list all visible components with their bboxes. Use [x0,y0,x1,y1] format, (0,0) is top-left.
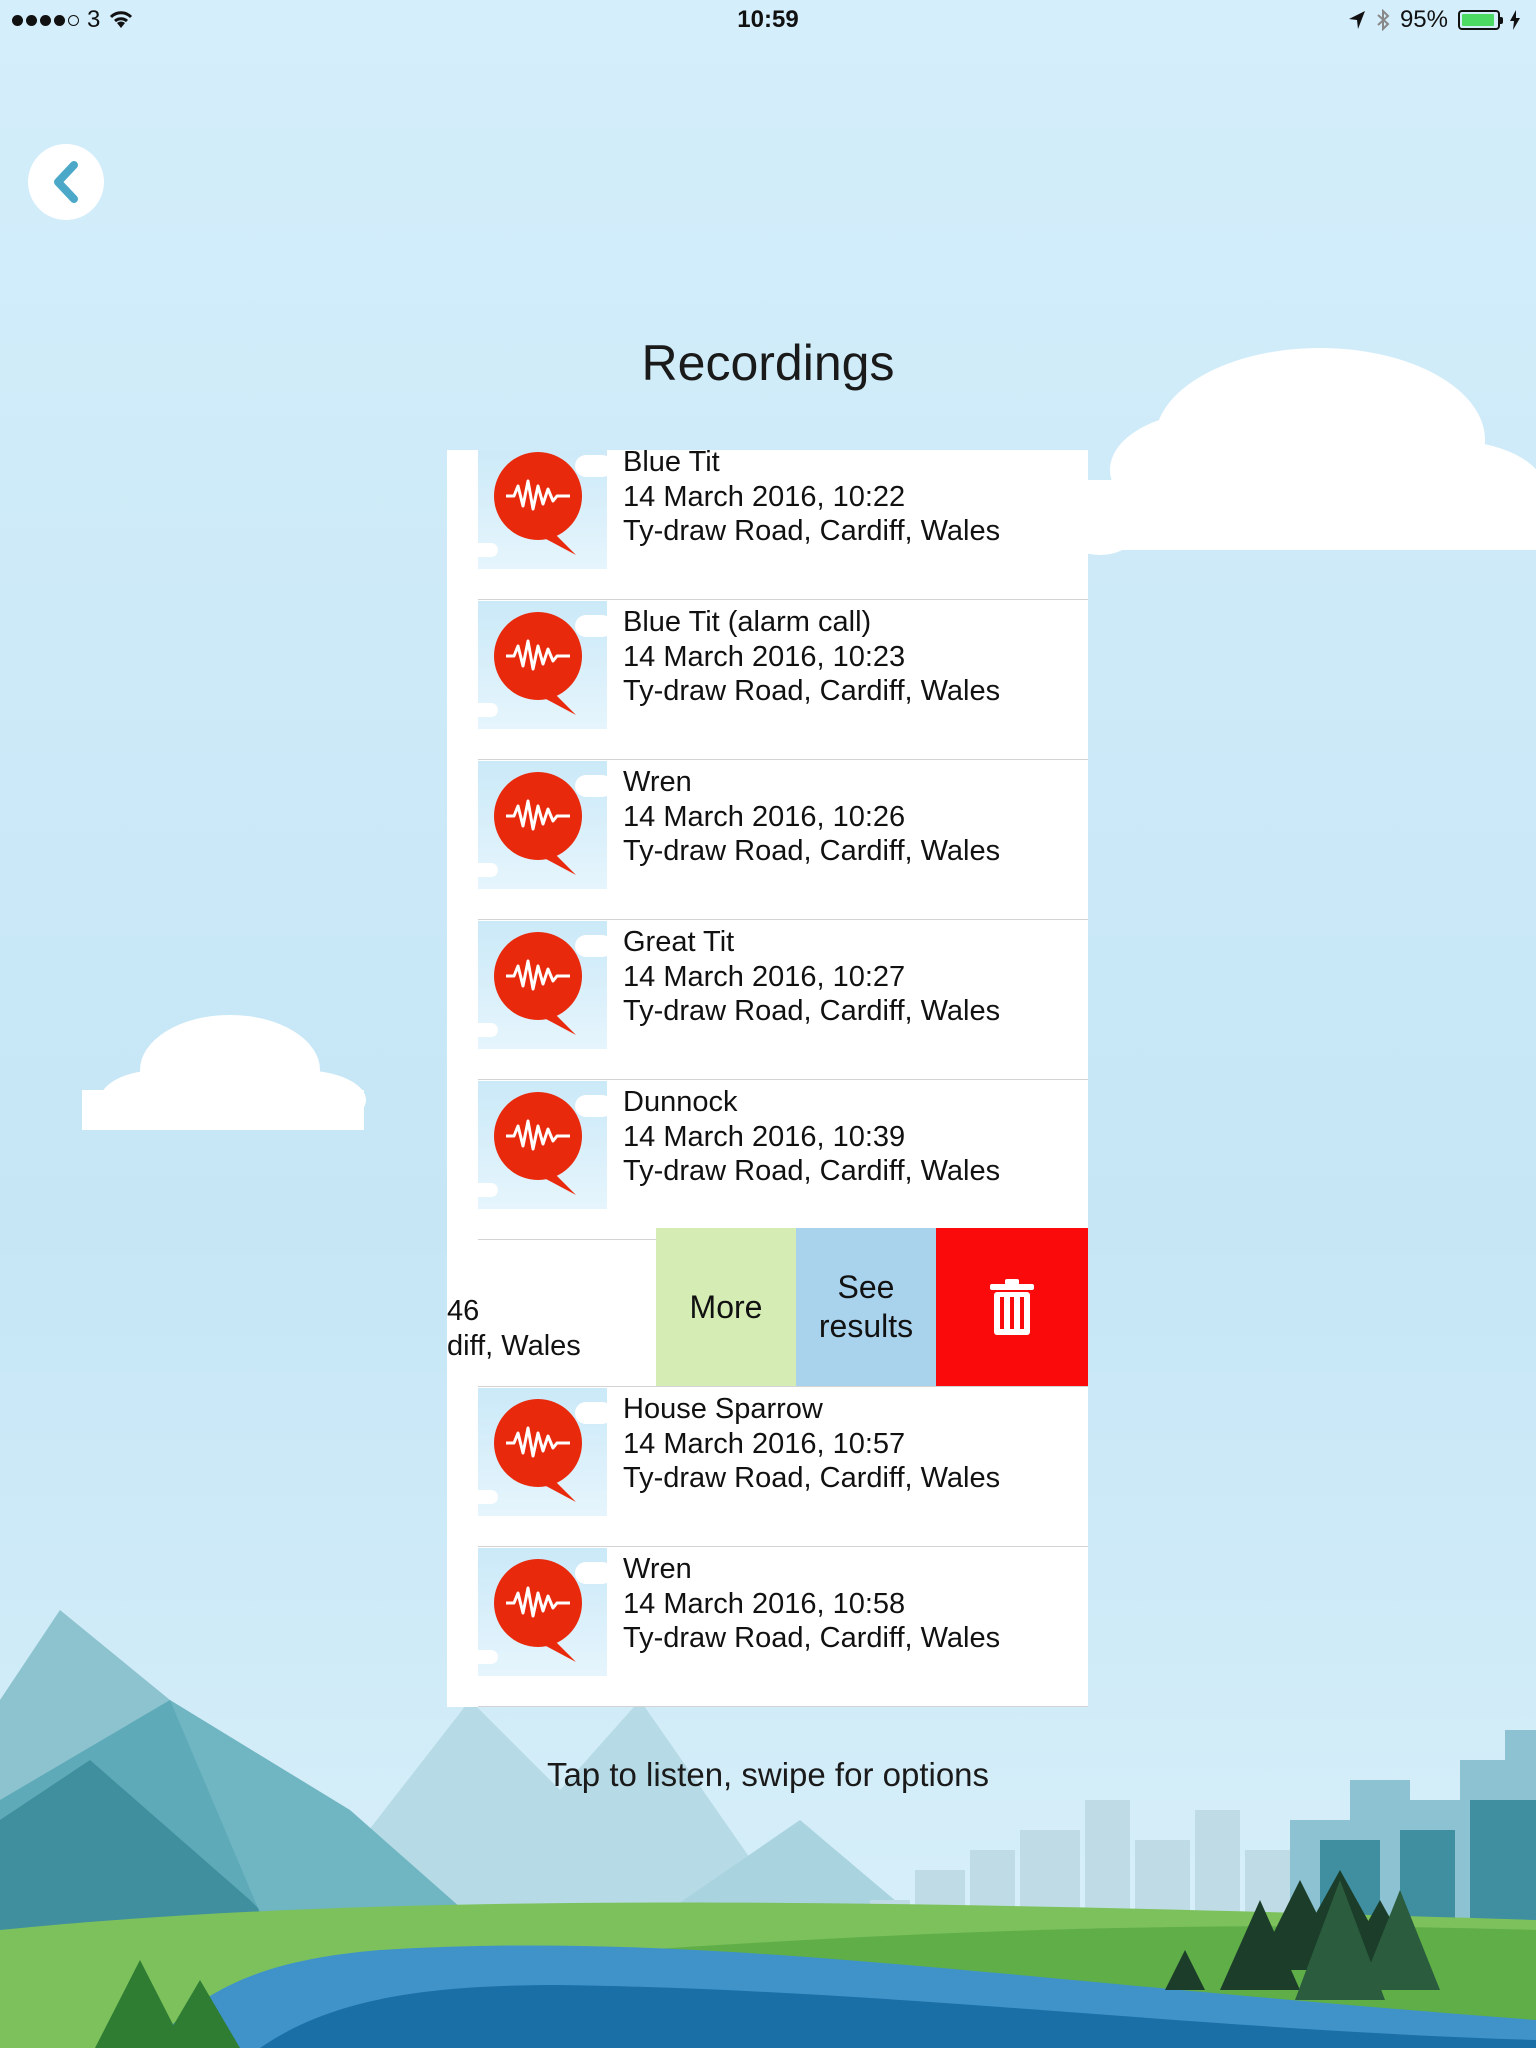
delete-button[interactable] [936,1228,1088,1386]
more-button[interactable]: More [656,1228,796,1386]
recording-datetime: 14 March 2016, 10:39 [623,1120,906,1153]
recording-location-fragment: diff, Wales [447,1329,581,1362]
recording-thumbnail [478,1388,607,1516]
recording-icon [494,1399,582,1502]
recording-name: House Sparrow [623,1393,823,1425]
recording-name: Dunnock [623,1086,738,1118]
recording-icon [494,772,582,875]
recording-location: Ty-draw Road, Cardiff, Wales [623,995,1001,1027]
recording-location: Ty-draw Road, Cardiff, Wales [623,1155,1001,1187]
hint-text: Tap to listen, swipe for options [546,1756,990,1793]
chevron-left-icon [54,161,78,203]
recording-datetime: 14 March 2016, 10:22 [623,480,906,513]
status-right: 95% [1348,6,1520,34]
recording-thumbnail [478,921,607,1049]
recording-thumbnail [478,601,607,729]
back-button[interactable] [28,144,104,220]
recording-name: Great Tit [623,926,735,958]
recording-name: Wren [623,766,692,798]
battery-icon [1458,10,1503,30]
recording-icon [494,1092,582,1195]
list-item[interactable]: Dunnock 14 March 2016, 10:39 Ty-draw Roa… [478,1081,1088,1240]
location-arrow-icon [1348,11,1365,29]
status-bar: 3 10:59 95% [0,0,1536,40]
recordings-list[interactable]: Blue Tit 14 March 2016, 10:22 Ty-draw Ro… [447,450,1088,1707]
list-item[interactable]: Blue Tit 14 March 2016, 10:22 Ty-draw Ro… [478,450,1088,600]
recording-datetime: 14 March 2016, 10:23 [623,640,906,673]
recording-datetime: 14 March 2016, 10:58 [623,1587,906,1620]
recording-datetime: 14 March 2016, 10:57 [623,1427,906,1460]
recording-name: Blue Tit [623,450,720,478]
recording-thumbnail [478,1081,607,1209]
list-item[interactable]: Blue Tit (alarm call) 14 March 2016, 10:… [478,601,1088,760]
recording-thumbnail [478,1548,607,1676]
see-results-button[interactable]: See results [796,1228,936,1386]
recording-location: Ty-draw Road, Cardiff, Wales [623,515,1001,547]
battery-fill [1462,14,1495,26]
battery-percent: 95% [1399,6,1448,33]
recording-location: Ty-draw Road, Cardiff, Wales [623,835,1001,867]
recording-location: Ty-draw Road, Cardiff, Wales [623,1622,1001,1654]
status-time: 10:59 [737,6,799,33]
recording-icon [494,932,582,1035]
see-results-label-line2: results [818,1308,914,1344]
recording-thumbnail [478,450,607,569]
list-item[interactable]: Wren 14 March 2016, 10:58 Ty-draw Road, … [478,1548,1088,1707]
recording-icon [494,612,582,715]
recording-icon [494,1559,582,1662]
list-item[interactable]: Wren 14 March 2016, 10:26 Ty-draw Road, … [478,761,1088,920]
recording-thumbnail [478,761,607,889]
recording-datetime: 14 March 2016, 10:26 [623,800,906,833]
recording-datetime: 14 March 2016, 10:27 [623,960,906,993]
recording-icon [494,452,582,555]
bluetooth-icon [1377,9,1390,31]
recording-datetime-fragment: 46 [447,1295,480,1327]
recording-name: Wren [623,1553,692,1585]
cloud [82,1015,366,1130]
see-results-label-line1: See [837,1269,895,1305]
list-item[interactable]: Great Tit 14 March 2016, 10:27 Ty-draw R… [478,921,1088,1080]
recording-location: Ty-draw Road, Cardiff, Wales [623,675,1001,707]
list-item[interactable]: House Sparrow 14 March 2016, 10:57 Ty-dr… [478,1388,1088,1547]
page-title: Recordings [641,335,895,391]
trash-icon [990,1279,1034,1335]
recording-location: Ty-draw Road, Cardiff, Wales [623,1462,1001,1494]
more-label: More [689,1288,763,1325]
charging-bolt-icon [1510,10,1520,30]
recording-name: Blue Tit (alarm call) [623,606,872,638]
swiped-row-text: 46 diff, Wales [447,1294,581,1363]
swiped-list-item[interactable]: 46 diff, Wales More See results [447,1228,1088,1387]
